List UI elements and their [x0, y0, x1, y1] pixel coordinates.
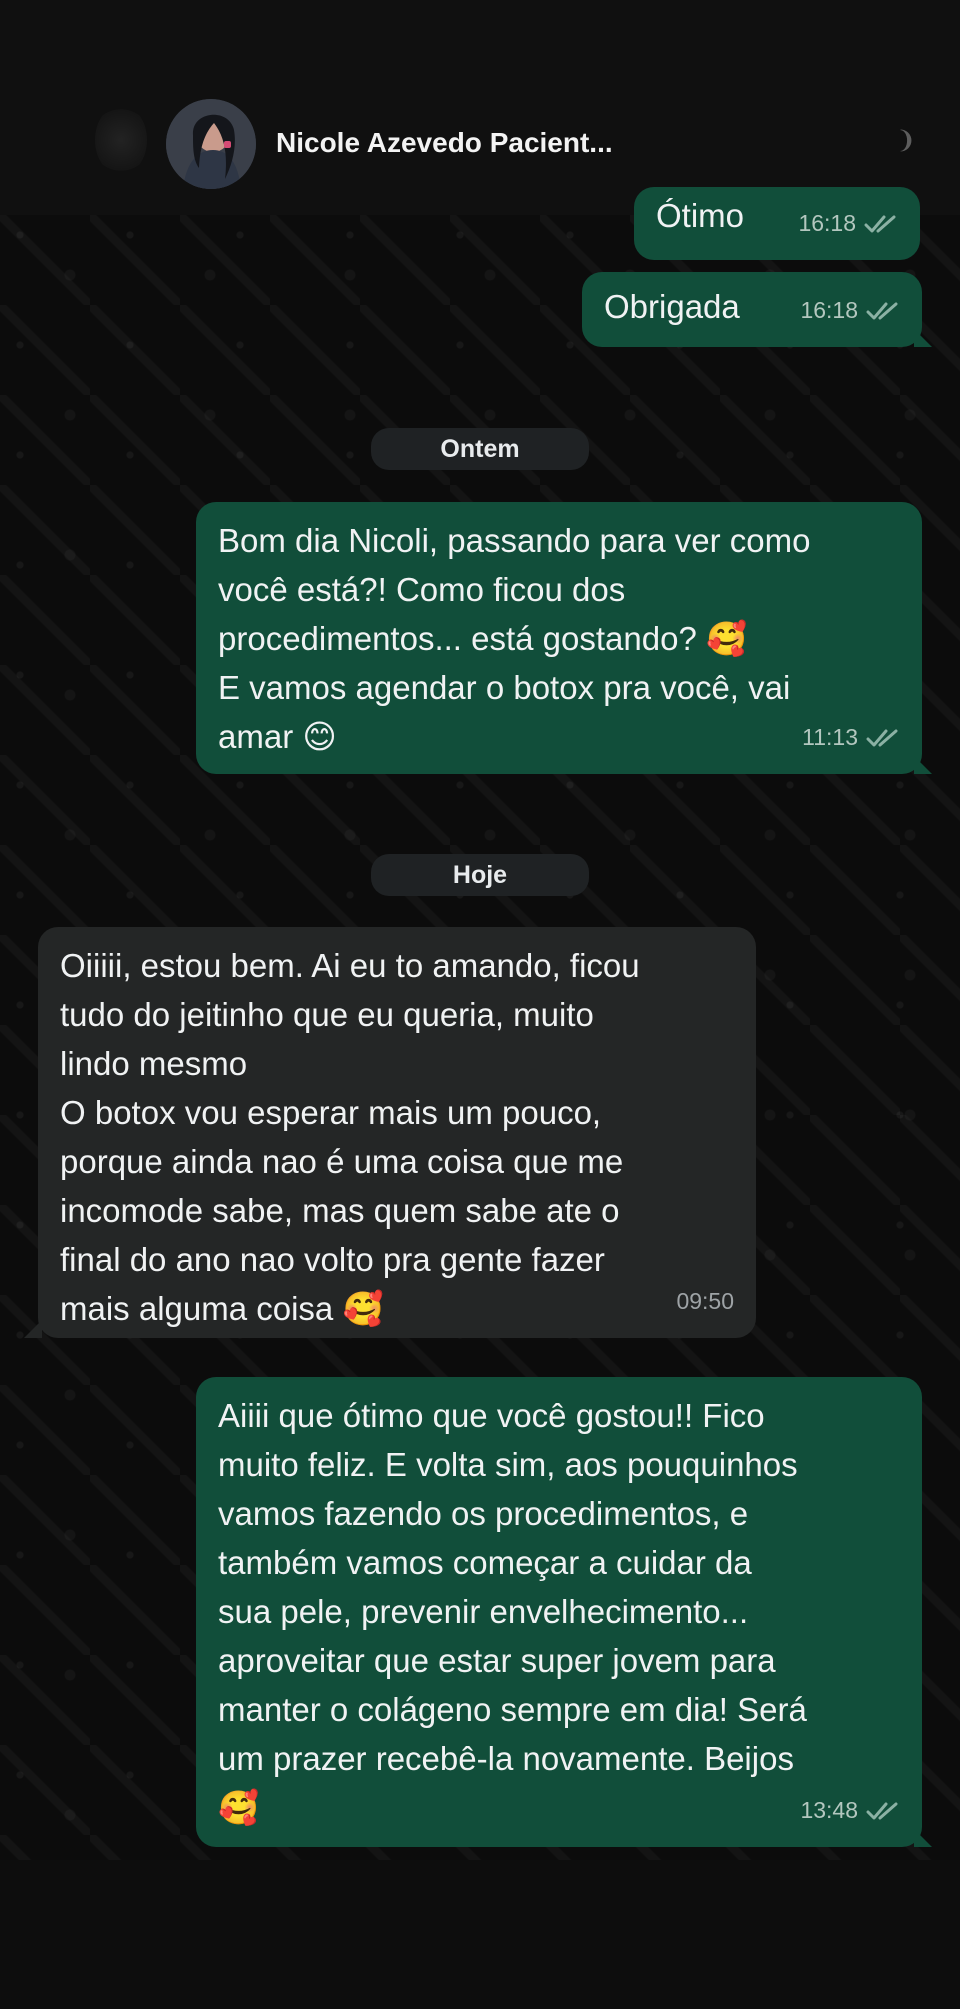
message-text: Oiiiii, estou bem. Ai eu to amando, fico… — [60, 947, 640, 1327]
message-meta: 13:48 — [800, 1786, 900, 1835]
double-check-icon — [866, 301, 900, 321]
contact-name[interactable]: Nicole Azevedo Pacient... — [276, 127, 613, 159]
message-text: Aiiii que ótimo que você gostou!! Fico m… — [218, 1397, 807, 1826]
message-meta: 16:18 — [800, 286, 900, 335]
chat-header: Nicole Azevedo Pacient... ❩ — [0, 0, 960, 215]
back-arrow-icon[interactable] — [95, 105, 147, 175]
message-meta: 11:13 — [802, 713, 900, 762]
screen-footer — [0, 1860, 960, 2009]
message-time: 09:50 — [676, 1288, 734, 1314]
message-time: 16:18 — [798, 210, 856, 236]
avatar-image — [166, 99, 256, 189]
double-check-icon — [864, 214, 898, 234]
chat-thread: Ótimo 16:18 Obrigada 16:18 Ontem Bom dia… — [0, 187, 960, 1860]
message-bubble-outgoing[interactable]: Bom dia Nicoli, passando para ver como v… — [196, 502, 922, 774]
message-text: Bom dia Nicoli, passando para ver como v… — [218, 522, 811, 755]
header-edge-icon: ❩ — [895, 127, 916, 154]
double-check-icon — [866, 1801, 900, 1821]
day-label-hoje: Hoje — [371, 854, 589, 896]
message-time: 11:13 — [802, 724, 858, 750]
double-check-icon — [866, 728, 900, 748]
message-time: 16:18 — [800, 297, 858, 323]
message-bubble-incoming[interactable]: Oiiiii, estou bem. Ai eu to amando, fico… — [38, 927, 756, 1338]
message-time: 13:48 — [800, 1797, 858, 1823]
message-bubble-outgoing[interactable]: Ótimo 16:18 — [634, 187, 920, 260]
message-bubble-outgoing[interactable]: Aiiii que ótimo que você gostou!! Fico m… — [196, 1377, 922, 1847]
bubble-tail — [914, 756, 932, 774]
message-meta: 09:50 — [676, 1277, 734, 1326]
day-label-ontem: Ontem — [371, 428, 589, 470]
profile-photo-icon[interactable] — [166, 99, 256, 189]
message-meta: 16:18 — [798, 199, 898, 248]
message-bubble-outgoing[interactable]: Obrigada 16:18 — [582, 272, 922, 347]
bubble-tail — [914, 329, 932, 347]
